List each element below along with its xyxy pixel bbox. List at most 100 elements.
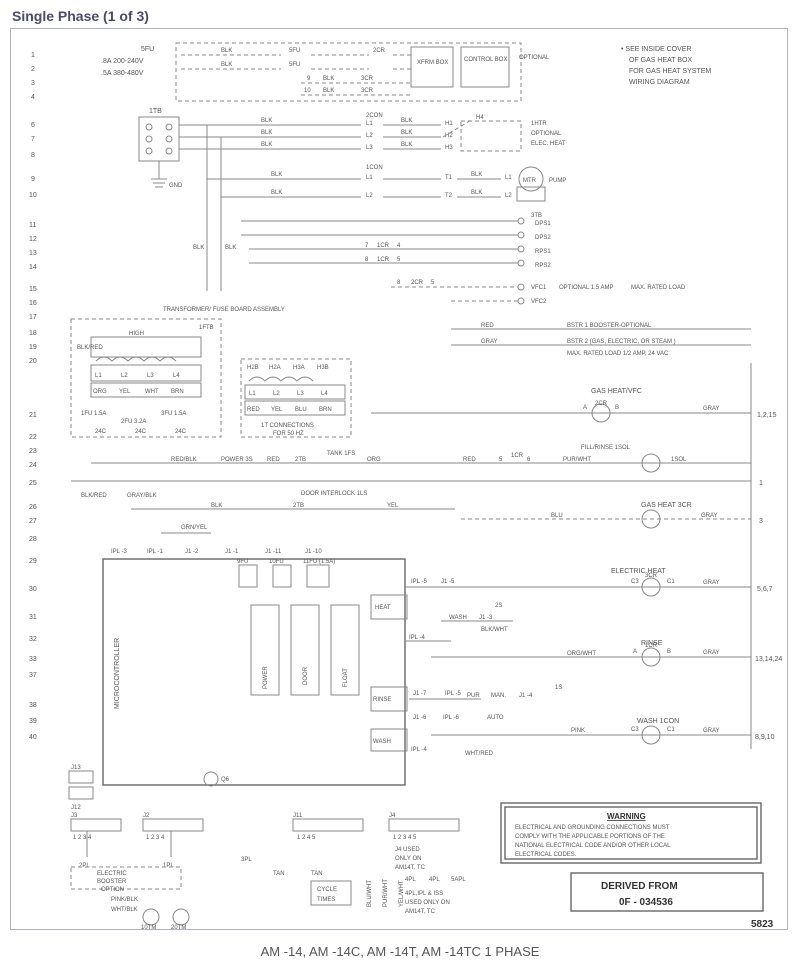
svg-text:4PL: 4PL <box>429 877 440 883</box>
svg-text:1CR: 1CR <box>377 243 390 249</box>
svg-text:11: 11 <box>29 222 36 229</box>
svg-text:PUR/WHT: PUR/WHT <box>563 457 591 463</box>
svg-text:BLK: BLK <box>471 190 482 196</box>
svg-text:TAN: TAN <box>311 871 323 877</box>
row24: RED/BLK POWER 3S RED 2TB TANK 1FS ORG RE… <box>71 445 763 487</box>
svg-text:BLU: BLU <box>295 407 307 413</box>
wiring-diagram: 1 2 3 4 6 7 8 9 10 11 12 13 14 15 16 17 … <box>11 29 789 931</box>
row-numbers-left: 1 2 3 4 6 7 8 9 10 11 12 13 14 15 16 17 … <box>29 52 37 741</box>
svg-text:15: 15 <box>29 286 37 293</box>
svg-text:AM14T, TC: AM14T, TC <box>405 909 436 915</box>
svg-text:BOOSTER: BOOSTER <box>97 879 127 885</box>
svg-text:CYCLE: CYCLE <box>317 887 337 893</box>
svg-text:7: 7 <box>31 136 35 143</box>
svg-text:RPS2: RPS2 <box>535 263 551 269</box>
svg-text:BLU/WHT: BLU/WHT <box>367 880 373 907</box>
svg-text:Q6: Q6 <box>221 777 230 783</box>
svg-text:DPS2: DPS2 <box>535 235 551 241</box>
svg-text:TIMES: TIMES <box>317 897 335 903</box>
svg-text:FOR GAS HEAT SYSTEM: FOR GAS HEAT SYSTEM <box>629 68 711 75</box>
row30: IPL -5 J1 -5 ELECTRIC HEAT C3 3CR C1 GRA… <box>405 568 773 596</box>
svg-text:PUMP: PUMP <box>549 178 566 184</box>
svg-text:J1 -11: J1 -11 <box>265 549 282 555</box>
svg-text:RED: RED <box>463 457 476 463</box>
svg-text:J2: J2 <box>143 813 150 819</box>
svg-text:WASH: WASH <box>449 615 467 621</box>
svg-text:PINK/BLK: PINK/BLK <box>111 897 138 903</box>
svg-text:H2A: H2A <box>269 365 281 371</box>
svg-text:WHT/RED: WHT/RED <box>465 751 494 757</box>
svg-text:J1 -3: J1 -3 <box>479 615 493 621</box>
svg-text:1CR: 1CR <box>645 643 658 649</box>
svg-text:MAX. RATED LOAD: MAX. RATED LOAD <box>631 285 686 291</box>
svg-text:24C: 24C <box>175 429 187 435</box>
svg-text:RED/BLK: RED/BLK <box>171 457 197 463</box>
svg-text:28: 28 <box>29 536 37 543</box>
svg-text:GRAY: GRAY <box>703 650 720 656</box>
svg-text:OPTION: OPTION <box>101 887 124 893</box>
svg-text:ELECTRICAL AND GROUNDING CONNE: ELECTRICAL AND GROUNDING CONNECTIONS MUS… <box>515 825 670 831</box>
bottom-connectors: J13 J12 Q6 J3 1 2 3 4 J2 1 2 3 4 J11 1 2… <box>69 765 466 931</box>
svg-text:1FU 1.5A: 1FU 1.5A <box>81 411 106 417</box>
diagram-frame: 1 2 3 4 6 7 8 9 10 11 12 13 14 15 16 17 … <box>10 28 788 930</box>
svg-text:BRN: BRN <box>319 407 332 413</box>
svg-text:J3: J3 <box>71 813 78 819</box>
svg-text:BLK: BLK <box>271 190 282 196</box>
svg-text:5: 5 <box>431 280 435 286</box>
svg-text:3: 3 <box>759 518 763 525</box>
svg-text:20TM: 20TM <box>171 925 186 931</box>
svg-text:A: A <box>633 649 637 655</box>
svg-text:J13: J13 <box>71 765 81 771</box>
svg-text:B: B <box>615 405 619 411</box>
svg-text:2FU 3.2A: 2FU 3.2A <box>121 419 146 425</box>
svg-text:GRAY: GRAY <box>701 513 718 519</box>
svg-text:2PL: 2PL <box>79 863 90 869</box>
tb1-to-2con: BLK BLK BLK 2CON L1L2L3 BLK BLK BLK H1 H… <box>179 113 566 151</box>
svg-text:1 2 3 4: 1 2 3 4 <box>73 835 92 841</box>
svg-text:WASH: WASH <box>373 739 391 745</box>
svg-text:CONTROL BOX: CONTROL BOX <box>464 57 507 63</box>
svg-text:IPL -1: IPL -1 <box>147 549 163 555</box>
svg-text:3TB: 3TB <box>531 213 542 219</box>
svg-text:1CR: 1CR <box>511 453 524 459</box>
svg-text:9: 9 <box>307 76 311 82</box>
svg-text:J1 -2: J1 -2 <box>185 549 199 555</box>
svg-text:MICROCONTROLLER: MICROCONTROLLER <box>114 638 121 709</box>
svg-text:H4: H4 <box>476 115 484 121</box>
svg-text:GRN/YEL: GRN/YEL <box>181 525 208 531</box>
svg-text:WHT: WHT <box>145 389 159 395</box>
svg-text:RED: RED <box>267 457 280 463</box>
svg-text:IPL -6: IPL -6 <box>443 715 459 721</box>
svg-text:YEL: YEL <box>119 389 131 395</box>
svg-text:16: 16 <box>29 300 37 307</box>
svg-text:3CR: 3CR <box>645 573 658 579</box>
svg-text:4PL: 4PL <box>405 877 416 883</box>
tfb2: H2B H2A H3A H3B L1L2 L3L4 RED YEL BLU BR… <box>241 359 351 437</box>
svg-text:32: 32 <box>29 636 37 643</box>
fu-header-v2: .5A 380-480V <box>101 70 144 77</box>
svg-text:2CON: 2CON <box>366 113 383 119</box>
svg-text:WHT/BLK: WHT/BLK <box>111 907 138 913</box>
svg-text:BLK: BLK <box>261 130 272 136</box>
svg-text:RPS1: RPS1 <box>535 249 551 255</box>
svg-text:J11: J11 <box>293 813 303 819</box>
svg-text:1: 1 <box>759 480 763 487</box>
svg-text:BLK/WHT: BLK/WHT <box>481 627 508 633</box>
svg-text:PINK: PINK <box>571 728 585 734</box>
svg-text:BLK: BLK <box>261 118 272 124</box>
svg-text:39: 39 <box>29 718 37 725</box>
svg-text:B: B <box>667 649 671 655</box>
svg-text:BLK: BLK <box>401 130 412 136</box>
svg-text:ORG: ORG <box>367 457 381 463</box>
svg-text:19: 19 <box>29 344 37 351</box>
svg-text:ELECTRICAL CODES.: ELECTRICAL CODES. <box>515 852 577 858</box>
svg-text:7: 7 <box>365 243 369 249</box>
svg-text:FOR 50 HZ: FOR 50 HZ <box>273 431 304 437</box>
svg-text:29: 29 <box>29 558 37 565</box>
svg-text:DERIVED FROM: DERIVED FROM <box>601 881 678 892</box>
svg-text:RED: RED <box>247 407 260 413</box>
con1-pump: BLK 1CON L1 T1 BLK L1 BLK L2 T2 BLK L2 M… <box>207 165 566 201</box>
svg-text:H1: H1 <box>445 121 453 127</box>
svg-text:L2: L2 <box>121 373 128 379</box>
svg-text:BRN: BRN <box>171 389 184 395</box>
